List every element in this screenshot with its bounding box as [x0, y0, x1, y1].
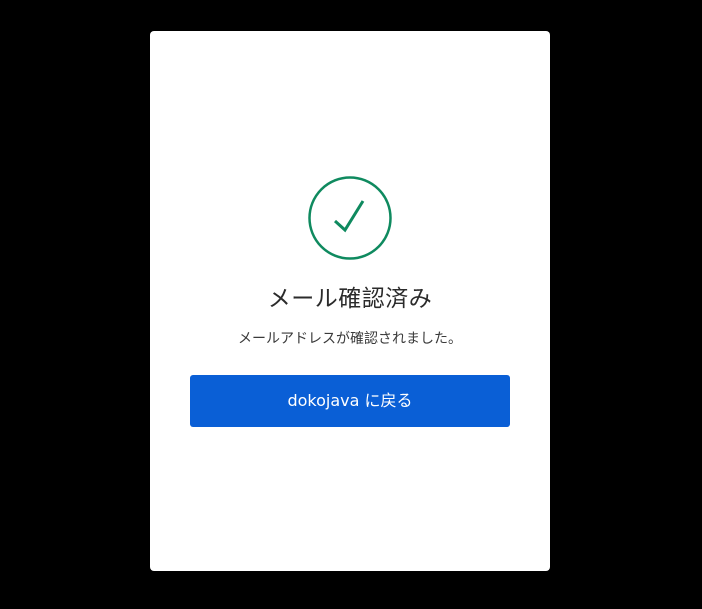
status-message: メールアドレスが確認されました。: [238, 331, 462, 347]
page-title: メール確認済み: [267, 286, 433, 312]
check-circle-icon-graphic: [308, 176, 392, 260]
back-to-dokojava-button[interactable]: dokojava に戻る: [190, 375, 510, 427]
check-circle-icon: [307, 175, 393, 261]
verification-card: メール確認済み メールアドレスが確認されました。 dokojava に戻る: [150, 31, 550, 571]
